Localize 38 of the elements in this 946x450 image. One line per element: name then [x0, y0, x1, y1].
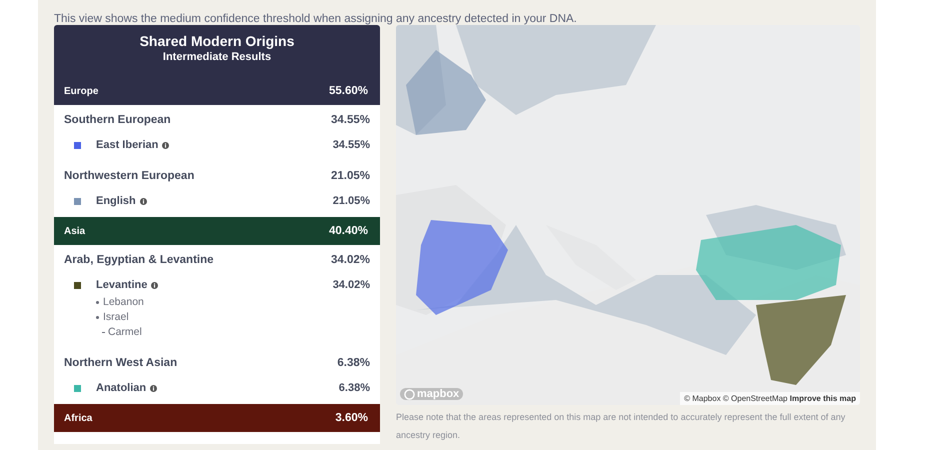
- group-name: Northern West Asian: [64, 357, 178, 369]
- place-item: Lebanon: [103, 295, 144, 310]
- bullet-icon: [96, 316, 99, 319]
- region-name: Africa: [64, 412, 92, 424]
- subplace-item: Carmel: [108, 325, 142, 340]
- info-icon[interactable]: [151, 282, 158, 288]
- group-name: Northwestern European: [64, 170, 194, 182]
- group-percent: 21.05%: [330, 170, 370, 182]
- improve-map-link[interactable]: Improve this map: [790, 394, 856, 403]
- group-name: Southern European: [64, 114, 171, 126]
- region-percent: 55.60%: [328, 85, 368, 97]
- group-percent: 6.38%: [337, 357, 370, 369]
- population-percent: 34.55%: [332, 139, 370, 151]
- region-name: Asia: [64, 226, 86, 236]
- population-name[interactable]: English: [96, 195, 136, 207]
- region-percent: 40.40%: [328, 225, 368, 237]
- population-name[interactable]: Anatolian: [96, 382, 146, 394]
- population-percent: 6.38%: [338, 382, 370, 394]
- group-percent: 34.55%: [330, 114, 370, 126]
- region-percent: 3.60%: [335, 412, 368, 424]
- bullet-icon: [96, 301, 99, 304]
- info-icon[interactable]: [140, 198, 147, 204]
- attribution-text: © Mapbox © OpenStreetMap: [684, 394, 788, 403]
- population-percent: 34.02%: [332, 279, 370, 291]
- place-item: Israel: [103, 310, 129, 325]
- region-name: Europe: [64, 86, 98, 96]
- population-name[interactable]: Levantine: [96, 279, 148, 291]
- info-icon[interactable]: [162, 142, 170, 148]
- info-icon[interactable]: [150, 384, 158, 392]
- population-name[interactable]: East Iberian: [96, 139, 158, 151]
- dash-icon: [102, 332, 105, 333]
- group-name: Arab, Egyptian & Levantine: [64, 254, 214, 266]
- card-title: Shared Modern Origins: [138, 33, 296, 49]
- population-percent: 21.05%: [332, 195, 370, 207]
- intro-text: This view shows the medium confidence threshold when assigning any ancestry detected in your DNA.: [54, 12, 578, 25]
- card-subtitle: Intermediate Results: [162, 51, 272, 63]
- map-note: Please note that the areas represented on this map are not intended to accurately represent the full extent of any ancestry region.: [396, 411, 846, 442]
- group-percent: 34.02%: [330, 254, 370, 266]
